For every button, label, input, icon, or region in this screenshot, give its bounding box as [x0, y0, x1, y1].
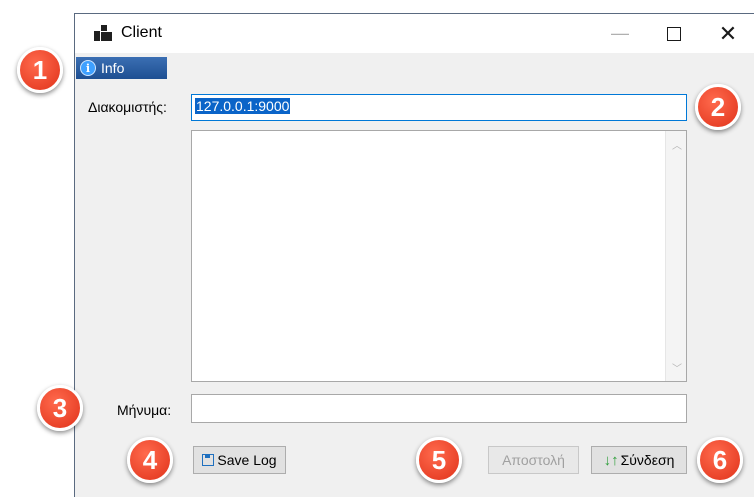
message-input[interactable]: [191, 394, 687, 423]
callout-badge-3: 3: [37, 385, 83, 431]
send-button[interactable]: Αποστολή: [488, 446, 579, 474]
callout-badge-6: 6: [697, 437, 743, 483]
server-input-value: 127.0.0.1:9000: [195, 98, 291, 114]
app-icon: [94, 25, 112, 41]
callout-badge-4: 4: [127, 437, 173, 483]
send-label: Αποστολή: [502, 452, 565, 468]
info-icon: i: [80, 60, 96, 76]
info-button[interactable]: i Info: [76, 57, 167, 79]
close-button[interactable]: ✕: [701, 14, 754, 53]
title-bar: Client — ✕: [75, 14, 754, 53]
minimize-button[interactable]: —: [593, 14, 647, 53]
callout-badge-1: 1: [17, 47, 63, 93]
server-label: Διακομιστής:: [88, 99, 167, 115]
callout-badge-2: 2: [695, 84, 741, 130]
log-scrollbar[interactable]: ︿ ﹀: [665, 131, 686, 381]
log-textarea[interactable]: ︿ ﹀: [191, 130, 687, 382]
connect-button[interactable]: ↓↑ Σύνδεση: [591, 446, 687, 474]
server-input[interactable]: 127.0.0.1:9000: [191, 94, 687, 121]
connect-arrows-icon: ↓↑: [603, 451, 619, 469]
window-title: Client: [121, 24, 162, 41]
scroll-down-icon[interactable]: ﹀: [672, 360, 682, 375]
connect-label: Σύνδεση: [620, 452, 675, 468]
message-label: Μήνυμα:: [117, 402, 172, 418]
minimize-icon: —: [611, 23, 629, 43]
close-icon: ✕: [718, 20, 738, 46]
scroll-up-icon[interactable]: ︿: [672, 137, 682, 152]
save-icon: [202, 454, 215, 466]
callout-badge-5: 5: [416, 437, 462, 483]
maximize-icon: [667, 26, 681, 41]
save-log-button[interactable]: Save Log: [193, 446, 286, 474]
maximize-button[interactable]: [647, 14, 701, 53]
save-log-label: Save Log: [217, 452, 277, 468]
info-button-label: Info: [101, 60, 125, 76]
